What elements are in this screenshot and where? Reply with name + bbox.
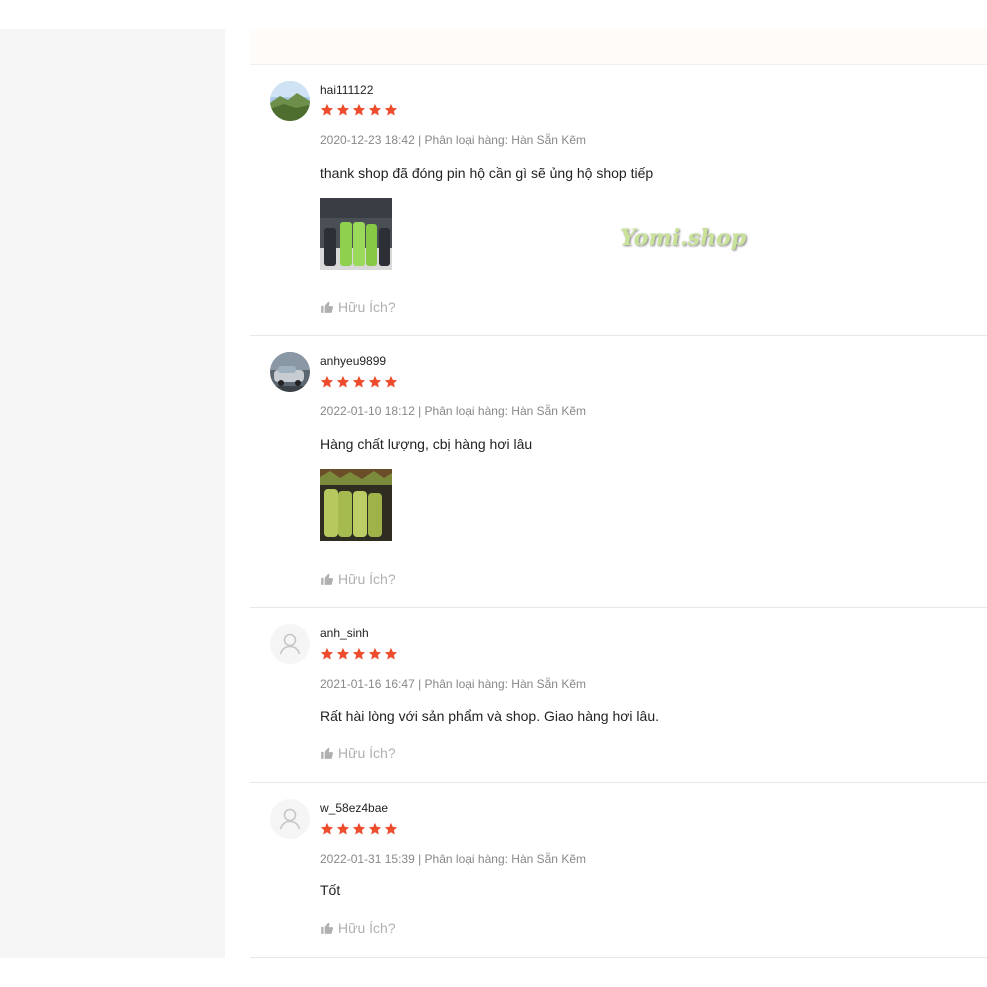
review-variation: | Phân loại hàng: Hàn Sẵn Kẽm bbox=[418, 133, 586, 147]
star-icon bbox=[368, 822, 384, 836]
star-icon bbox=[384, 822, 400, 836]
star-icon bbox=[384, 103, 400, 117]
review-username: anhyeu9899 bbox=[320, 354, 387, 368]
review-item: w_58ez4bae 2022-01-31 15:39 | Phân loại … bbox=[250, 783, 987, 958]
helpful-label: Hữu Ích? bbox=[338, 745, 396, 761]
rating-stars bbox=[320, 822, 400, 836]
star-icon bbox=[320, 822, 336, 836]
star-icon bbox=[352, 375, 368, 389]
review-date: 2020-12-23 18:42 bbox=[320, 133, 415, 147]
review-photo[interactable] bbox=[320, 198, 392, 270]
helpful-button[interactable]: Hữu Ích? bbox=[320, 571, 396, 587]
review-comment: Rất hài lòng với sản phẩm và shop. Giao … bbox=[320, 708, 660, 724]
helpful-button[interactable]: Hữu Ích? bbox=[320, 920, 396, 936]
helpful-label: Hữu Ích? bbox=[338, 571, 396, 587]
thumbs-up-icon bbox=[321, 301, 334, 313]
review-username: anh_sinh bbox=[320, 626, 369, 640]
review-meta: 2022-01-10 18:12 | Phân loại hàng: Hàn S… bbox=[320, 404, 586, 418]
star-icon bbox=[336, 647, 352, 661]
user-avatar[interactable] bbox=[270, 624, 310, 664]
rating-stars bbox=[320, 103, 400, 117]
star-icon bbox=[384, 375, 400, 389]
star-icon bbox=[352, 822, 368, 836]
review-comment: thank shop đã đóng pin hộ cần gì sẽ ủng … bbox=[320, 165, 654, 181]
star-icon bbox=[368, 375, 384, 389]
star-icon bbox=[352, 103, 368, 117]
helpful-label: Hữu Ích? bbox=[338, 920, 396, 936]
review-photo[interactable] bbox=[320, 469, 392, 541]
default-user-icon bbox=[270, 624, 310, 664]
star-icon bbox=[368, 103, 384, 117]
review-meta: 2022-01-31 15:39 | Phân loại hàng: Hàn S… bbox=[320, 852, 586, 866]
review-item: anh_sinh 2021-01-16 16:47 | Phân loại hà… bbox=[250, 608, 987, 783]
review-item: hai111122 2020-12-23 18:42 | Phân loại h… bbox=[250, 65, 987, 336]
rating-filter-bar bbox=[250, 29, 987, 65]
review-variation: | Phân loại hàng: Hàn Sẵn Kẽm bbox=[418, 677, 586, 691]
rating-stars bbox=[320, 647, 400, 661]
helpful-label: Hữu Ích? bbox=[338, 299, 396, 315]
shop-watermark: Yomi.shop bbox=[620, 225, 747, 251]
review-comment: Tốt bbox=[320, 882, 341, 898]
review-username: hai111122 bbox=[320, 83, 374, 97]
review-date: 2022-01-10 18:12 bbox=[320, 404, 415, 418]
user-avatar[interactable] bbox=[270, 81, 310, 121]
review-item: anhyeu9899 2022-01-10 18:12 | Phân loại … bbox=[250, 336, 987, 608]
default-user-icon bbox=[270, 799, 310, 839]
star-icon bbox=[368, 647, 384, 661]
left-panel bbox=[0, 29, 225, 958]
review-variation: | Phân loại hàng: Hàn Sẵn Kẽm bbox=[418, 852, 586, 866]
star-icon bbox=[352, 647, 368, 661]
review-meta: 2021-01-16 16:47 | Phân loại hàng: Hàn S… bbox=[320, 677, 586, 691]
star-icon bbox=[320, 375, 336, 389]
review-meta: 2020-12-23 18:42 | Phân loại hàng: Hàn S… bbox=[320, 133, 586, 147]
review-date: 2021-01-16 16:47 bbox=[320, 677, 415, 691]
star-icon bbox=[336, 375, 352, 389]
review-username: w_58ez4bae bbox=[320, 801, 389, 815]
helpful-button[interactable]: Hữu Ích? bbox=[320, 299, 396, 315]
helpful-button[interactable]: Hữu Ích? bbox=[320, 745, 396, 761]
star-icon bbox=[320, 103, 336, 117]
rating-stars bbox=[320, 375, 400, 389]
review-comment: Hàng chất lượng, cbị hàng hơi lâu bbox=[320, 436, 533, 452]
user-avatar[interactable] bbox=[270, 799, 310, 839]
star-icon bbox=[336, 103, 352, 117]
star-icon bbox=[384, 647, 400, 661]
thumbs-up-icon bbox=[321, 573, 334, 585]
user-avatar[interactable] bbox=[270, 352, 310, 392]
thumbs-up-icon bbox=[321, 747, 334, 759]
star-icon bbox=[320, 647, 336, 661]
review-variation: | Phân loại hàng: Hàn Sẵn Kẽm bbox=[418, 404, 586, 418]
star-icon bbox=[336, 822, 352, 836]
review-date: 2022-01-31 15:39 bbox=[320, 852, 415, 866]
thumbs-up-icon bbox=[321, 922, 334, 934]
